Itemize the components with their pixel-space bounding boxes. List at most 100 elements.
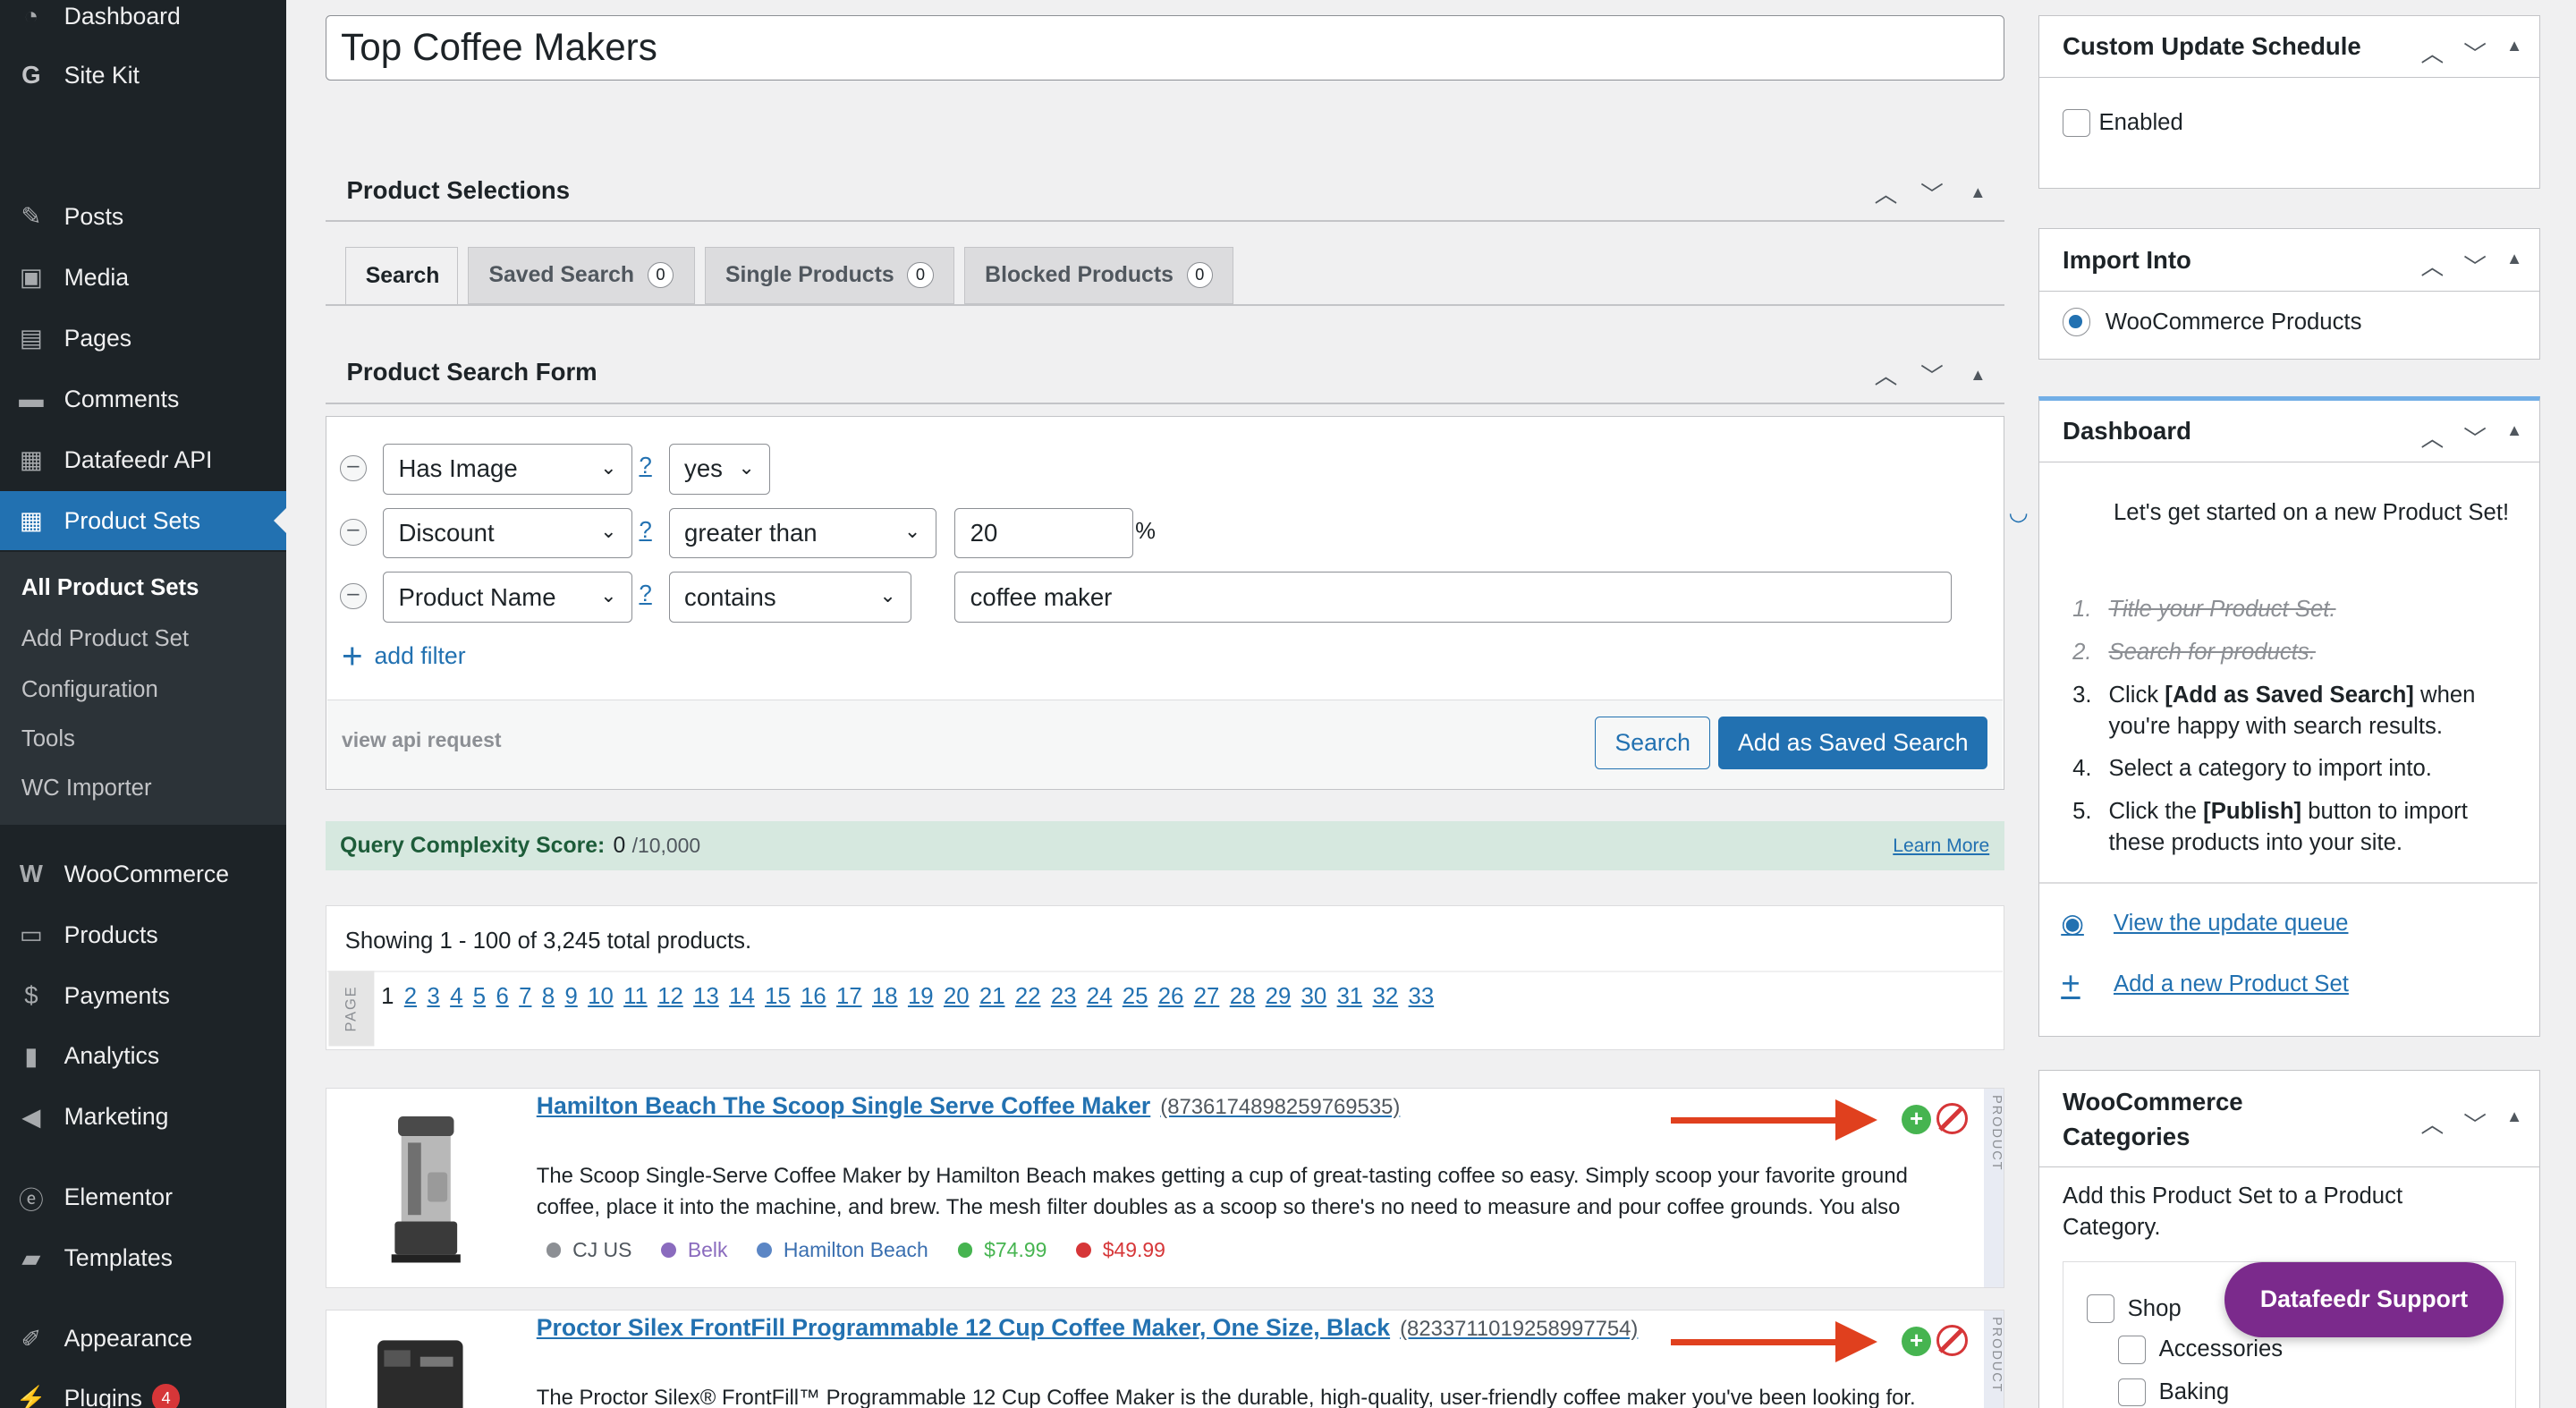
product-title-link[interactable]: Hamilton Beach The Scoop Single Serve Co…	[537, 1092, 1401, 1120]
move-down-icon[interactable]: ﹀	[2463, 420, 2487, 454]
tab-blocked-products[interactable]: Blocked Products 0	[964, 246, 1234, 304]
page-link[interactable]: 19	[908, 984, 934, 1010]
page-link[interactable]: 24	[1087, 984, 1113, 1010]
page-link[interactable]: 11	[623, 984, 648, 1010]
nav-product-sets[interactable]: ▦ Product Sets	[0, 491, 286, 551]
page-link[interactable]: 17	[836, 984, 862, 1010]
filter-field-select[interactable]: Has Image ⌄	[382, 443, 633, 495]
remove-filter-icon[interactable]: –	[340, 583, 367, 610]
nav-dashboard[interactable]: ◔ Dashboard	[0, 0, 286, 46]
page-link[interactable]: 16	[801, 984, 826, 1010]
collapse-icon[interactable]: ▲	[2506, 249, 2522, 282]
nav-marketing[interactable]: ◀ Marketing	[0, 1088, 286, 1147]
product-image[interactable]	[339, 1323, 487, 1408]
move-up-icon[interactable]: ︿	[1873, 176, 1899, 209]
category-checkbox[interactable]	[2117, 1378, 2146, 1407]
enabled-checkbox[interactable]	[2063, 109, 2091, 138]
page-link[interactable]: 20	[944, 984, 970, 1010]
tab-search[interactable]: Search	[344, 246, 459, 306]
page-link[interactable]: 32	[1373, 984, 1399, 1010]
submenu-all-product-sets[interactable]: All Product Sets	[21, 575, 199, 601]
filter-field-select[interactable]: Product Name ⌄	[382, 572, 633, 623]
view-api-request-link[interactable]: view api request	[342, 728, 501, 752]
move-up-icon[interactable]: ︿	[2421, 36, 2445, 69]
add-new-product-set-link[interactable]: + Add a new Product Set	[2061, 965, 2349, 1003]
tab-single-products[interactable]: Single Products 0	[704, 246, 955, 304]
product-image[interactable]	[365, 1098, 491, 1279]
move-up-icon[interactable]: ︿	[2421, 420, 2445, 454]
page-link[interactable]: 5	[473, 984, 486, 1010]
nav-plugins[interactable]: ⚡ Plugins 4	[0, 1369, 286, 1408]
page-link[interactable]: 18	[872, 984, 898, 1010]
add-filter-link[interactable]: + add filter	[342, 638, 466, 674]
nav-pages[interactable]: ▤ Pages	[0, 309, 286, 368]
page-link[interactable]: 33	[1409, 984, 1435, 1010]
page-link[interactable]: 27	[1194, 984, 1220, 1010]
datafeedr-support-button[interactable]: Datafeedr Support	[2224, 1261, 2504, 1338]
move-up-icon[interactable]: ︿	[1873, 358, 1899, 391]
nav-payments[interactable]: $ Payments	[0, 966, 286, 1025]
nav-posts[interactable]: ✎ Posts	[0, 187, 286, 246]
filter-help-link[interactable]: ?	[639, 518, 651, 544]
page-link[interactable]: 29	[1266, 984, 1292, 1010]
tab-saved-search[interactable]: Saved Search 0	[468, 246, 695, 304]
nav-appearance[interactable]: ✐ Appearance	[0, 1310, 286, 1369]
filter-value-input[interactable]: 20	[954, 507, 1134, 559]
add-product-icon[interactable]: +	[1902, 1105, 1932, 1135]
page-link[interactable]: 21	[979, 984, 1005, 1010]
page-link[interactable]: 12	[657, 984, 683, 1010]
page-link[interactable]: 22	[1015, 984, 1041, 1010]
filter-field-select[interactable]: Discount ⌄	[382, 507, 633, 559]
category-baking[interactable]: Baking	[2117, 1378, 2229, 1407]
collapse-icon[interactable]: ▲	[1965, 182, 1991, 202]
page-link[interactable]: 4	[450, 984, 462, 1010]
remove-filter-icon[interactable]: –	[340, 454, 367, 482]
enabled-checkbox-row[interactable]: Enabled	[2063, 109, 2183, 138]
submenu-add-product-set[interactable]: Add Product Set	[21, 626, 189, 652]
page-link[interactable]: 10	[588, 984, 614, 1010]
collapse-icon[interactable]: ▲	[1965, 365, 1991, 385]
collapse-icon[interactable]: ▲	[2506, 1107, 2522, 1140]
move-down-icon[interactable]: ﹀	[2463, 36, 2487, 69]
page-link[interactable]: 6	[496, 984, 508, 1010]
category-shop[interactable]: Shop	[2086, 1294, 2182, 1323]
block-product-icon[interactable]	[1936, 1325, 1968, 1357]
page-link[interactable]: 30	[1301, 984, 1327, 1010]
move-up-icon[interactable]: ︿	[2421, 1107, 2445, 1140]
nav-site-kit[interactable]: G Site Kit	[0, 46, 286, 105]
page-link[interactable]: 14	[729, 984, 755, 1010]
submenu-tools[interactable]: Tools	[21, 726, 75, 752]
page-link[interactable]: 3	[427, 984, 439, 1010]
page-link[interactable]: 7	[519, 984, 531, 1010]
page-link[interactable]: 26	[1158, 984, 1184, 1010]
page-link[interactable]: 8	[542, 984, 555, 1010]
woocommerce-products-radio[interactable]	[2063, 308, 2091, 336]
move-down-icon[interactable]: ﹀	[2463, 1107, 2487, 1140]
nav-woocommerce[interactable]: W WooCommerce	[0, 844, 286, 903]
category-checkbox[interactable]	[2117, 1336, 2146, 1364]
page-link[interactable]: 25	[1123, 984, 1148, 1010]
woocommerce-products-radio-row[interactable]: WooCommerce Products	[2063, 308, 2361, 336]
nav-elementor[interactable]: ⓔ Elementor	[0, 1168, 286, 1227]
page-link[interactable]: 31	[1337, 984, 1363, 1010]
filter-operator-select[interactable]: contains ⌄	[668, 572, 912, 623]
page-link[interactable]: 28	[1230, 984, 1256, 1010]
filter-operator-select[interactable]: yes ⌄	[668, 443, 771, 495]
collapse-icon[interactable]: ▲	[2506, 420, 2522, 454]
move-down-icon[interactable]: ﹀	[1919, 358, 1945, 391]
submenu-wc-importer[interactable]: WC Importer	[21, 776, 152, 802]
move-down-icon[interactable]: ﹀	[2463, 249, 2487, 282]
nav-media[interactable]: ▣ Media	[0, 248, 286, 307]
category-accessories[interactable]: Accessories	[2117, 1336, 2283, 1364]
learn-more-link[interactable]: Learn More	[1893, 835, 1989, 857]
page-link[interactable]: 23	[1051, 984, 1077, 1010]
nav-analytics[interactable]: ▮ Analytics	[0, 1027, 286, 1086]
add-product-icon[interactable]: +	[1902, 1327, 1932, 1357]
product-title-link[interactable]: Proctor Silex FrontFill Programmable 12 …	[537, 1314, 1639, 1342]
nav-products[interactable]: ▭ Products	[0, 905, 286, 964]
filter-help-link[interactable]: ?	[639, 454, 651, 479]
page-link[interactable]: 9	[564, 984, 577, 1010]
block-product-icon[interactable]	[1936, 1103, 1968, 1135]
search-button[interactable]: Search	[1595, 716, 1710, 769]
filter-operator-select[interactable]: greater than ⌄	[668, 507, 936, 559]
